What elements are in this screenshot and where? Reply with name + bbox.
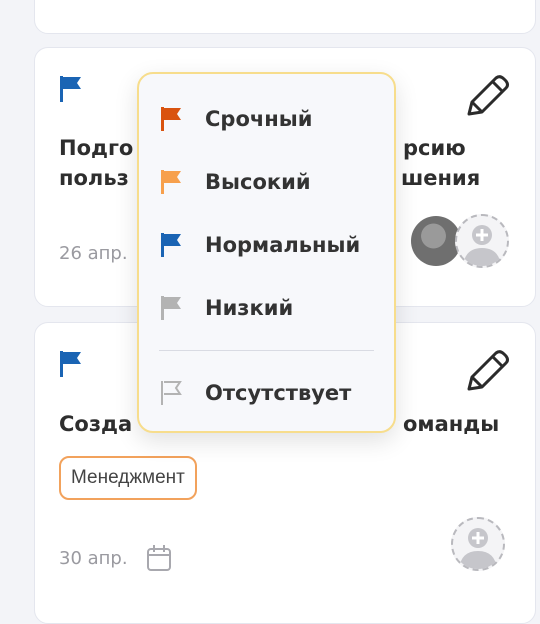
priority-option-low[interactable]: Низкий [159,288,293,328]
task-title-line-1-end[interactable]: рсию [403,133,466,163]
flag-icon [161,233,181,257]
priority-flag-icon[interactable] [57,349,87,379]
menu-divider [159,350,374,351]
priority-flag-icon[interactable] [57,74,87,104]
priority-option-urgent[interactable]: Срочный [159,99,313,139]
option-label: Низкий [205,296,294,320]
assignee-avatar[interactable] [411,216,461,266]
add-assignee-button[interactable] [451,517,505,571]
due-date: 30 апр. [59,548,128,569]
flag-icon [161,296,181,320]
due-date: 26 апр. [59,243,128,264]
flag-outline-icon [161,381,182,405]
tag-badge[interactable]: Менеджмент [59,456,197,500]
user-placeholder-icon [463,225,501,266]
option-label: Отсутствует [205,381,352,405]
priority-option-high[interactable]: Высокий [159,162,311,202]
task-title-line-2-end[interactable]: шения [401,163,480,193]
task-title-line-2[interactable]: польз [59,163,129,193]
task-title[interactable]: Созда [59,409,132,439]
task-card-previous[interactable] [34,0,536,34]
priority-option-normal[interactable]: Нормальный [159,225,360,265]
edit-pencil-icon[interactable] [463,349,511,395]
option-label: Высокий [205,170,311,194]
user-placeholder-icon [459,528,497,569]
add-assignee-button[interactable] [455,214,509,268]
edit-pencil-icon[interactable] [463,74,511,120]
option-label: Нормальный [205,233,361,257]
priority-dropdown: Срочный Высокий Нормальный Низкий Отсутс… [137,72,396,433]
task-title-end[interactable]: оманды [403,409,499,439]
flag-icon [161,170,181,194]
option-label: Срочный [205,107,313,131]
task-title-line-1[interactable]: Подго [59,133,133,163]
priority-option-none[interactable]: Отсутствует [159,373,351,413]
calendar-icon[interactable] [145,543,173,573]
flag-icon [161,107,181,131]
